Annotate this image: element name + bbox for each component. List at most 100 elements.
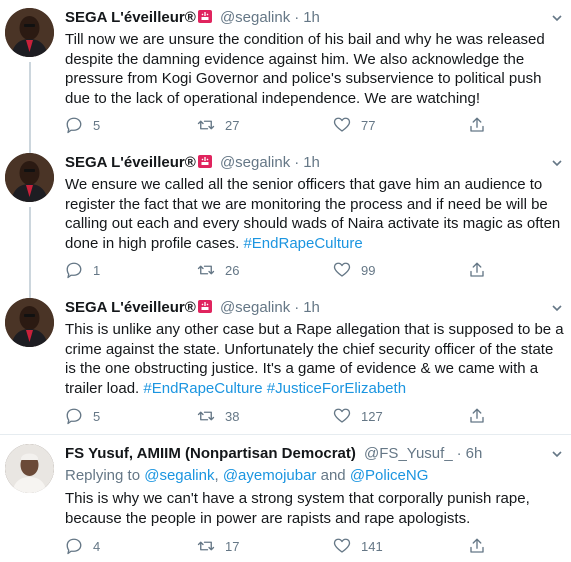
heart-icon: [333, 538, 351, 553]
tweet[interactable]: SEGA L'éveilleur® @segalink · 1h We ensure…: [0, 153, 571, 295]
tweet-separator: [0, 434, 571, 435]
retweet-count: 17: [225, 538, 240, 554]
reply-button[interactable]: 5: [65, 115, 100, 135]
tweet-text: Till now we are unsure the condition of …: [65, 30, 565, 108]
replying-to-separator: ,: [214, 467, 223, 484]
retweet-icon: [197, 265, 215, 275]
avatar-image: [5, 8, 54, 57]
retweet-button[interactable]: 27: [197, 115, 239, 135]
tweet-text-segment: This is why we can't have a strong syste…: [65, 490, 530, 527]
tweet-header: SEGA L'éveilleur® @segalink · 1h: [65, 8, 320, 28]
chevron-down-icon[interactable]: [549, 300, 565, 316]
replying-to: Replying to @segalink, @ayemojubar and @…: [65, 466, 565, 486]
separator-dot: ·: [294, 154, 300, 171]
tweet-text: We ensure we called all the senior offic…: [65, 175, 565, 253]
siren-badge-icon: [197, 300, 212, 313]
like-count: 141: [361, 538, 383, 554]
separator-dot: ·: [294, 9, 300, 26]
share-button[interactable]: [468, 536, 486, 556]
tweet[interactable]: SEGA L'éveilleur® @segalink · 1h Till now …: [0, 8, 571, 150]
user-handle[interactable]: @segalink: [220, 299, 290, 316]
display-name[interactable]: SEGA L'éveilleur®: [65, 154, 196, 171]
tweet-text: This is unlike any other case but a Rape…: [65, 320, 565, 398]
tweet-text: This is why we can't have a strong syste…: [65, 489, 565, 528]
tweet-actions: 4 17 141: [65, 536, 535, 556]
share-button[interactable]: [468, 115, 486, 135]
siren-badge-icon: [197, 155, 212, 168]
tweet-actions: 5 27 77: [65, 115, 535, 135]
reply-icon: [66, 538, 82, 555]
chevron-down-icon[interactable]: [549, 10, 565, 26]
reply-button[interactable]: 4: [65, 536, 100, 556]
share-icon: [470, 262, 484, 277]
like-count: 77: [361, 117, 376, 133]
retweet-count: 27: [225, 117, 240, 133]
tweet[interactable]: FS Yusuf, AMIIM (Nonpartisan Democrat) @…: [0, 444, 571, 562]
reply-button[interactable]: 1: [65, 260, 100, 280]
heart-icon: [333, 262, 351, 277]
timestamp[interactable]: 1h: [303, 9, 320, 26]
like-button[interactable]: 127: [333, 406, 383, 426]
like-button[interactable]: 99: [333, 260, 375, 280]
retweet-button[interactable]: 38: [197, 406, 239, 426]
chevron-down-icon[interactable]: [549, 155, 565, 171]
mention-link[interactable]: @PoliceNG: [350, 467, 429, 484]
like-count: 99: [361, 262, 376, 278]
user-handle[interactable]: @segalink: [220, 9, 290, 26]
hashtag-link[interactable]: #EndRapeCulture: [143, 380, 262, 397]
reply-icon: [66, 262, 82, 279]
chevron-down-icon[interactable]: [549, 446, 565, 462]
user-handle[interactable]: @FS_Yusuf_: [364, 445, 453, 462]
retweet-count: 26: [225, 262, 240, 278]
share-icon: [470, 408, 484, 423]
tweet-header: FS Yusuf, AMIIM (Nonpartisan Democrat) @…: [65, 444, 482, 464]
avatar[interactable]: [5, 298, 54, 347]
like-button[interactable]: 77: [333, 115, 375, 135]
timestamp[interactable]: 1h: [303, 154, 320, 171]
mention-link[interactable]: @ayemojubar: [223, 467, 317, 484]
timestamp[interactable]: 1h: [303, 299, 320, 316]
share-button[interactable]: [468, 406, 486, 426]
replying-to-separator: and: [316, 467, 350, 484]
reply-count: 5: [93, 117, 101, 133]
reply-count: 4: [93, 538, 101, 554]
tweet-actions: 5 38 127: [65, 406, 535, 426]
like-button[interactable]: 141: [333, 536, 383, 556]
separator-dot: ·: [294, 299, 300, 316]
retweet-count: 38: [225, 408, 240, 424]
separator-dot: ·: [456, 445, 462, 462]
retweet-button[interactable]: 26: [197, 260, 239, 280]
retweet-icon: [197, 120, 215, 130]
hashtag-link[interactable]: #EndRapeCulture: [243, 235, 362, 252]
user-handle[interactable]: @segalink: [220, 154, 290, 171]
avatar[interactable]: [5, 444, 54, 493]
mention-link[interactable]: @segalink: [144, 467, 214, 484]
hashtag-link[interactable]: #JusticeForElizabeth: [267, 380, 406, 397]
display-name[interactable]: SEGA L'éveilleur®: [65, 299, 196, 316]
replying-to-label: Replying to: [65, 467, 145, 484]
retweet-button[interactable]: 17: [197, 536, 239, 556]
share-button[interactable]: [468, 260, 486, 280]
avatar[interactable]: [5, 8, 54, 57]
timestamp[interactable]: 6h: [466, 445, 483, 462]
tweet-actions: 1 26 99: [65, 260, 535, 280]
retweet-icon: [197, 541, 215, 551]
avatar[interactable]: [5, 153, 54, 202]
heart-icon: [333, 408, 351, 423]
tweet[interactable]: SEGA L'éveilleur® @segalink · 1h This is u…: [0, 298, 571, 430]
share-icon: [470, 538, 484, 553]
tweet-header: SEGA L'éveilleur® @segalink · 1h: [65, 153, 320, 173]
like-count: 127: [361, 408, 383, 424]
display-name[interactable]: FS Yusuf, AMIIM (Nonpartisan Democrat): [65, 445, 356, 462]
reply-count: 5: [93, 408, 101, 424]
heart-icon: [333, 117, 351, 132]
avatar-image: [5, 153, 54, 202]
retweet-icon: [197, 411, 215, 421]
reply-button[interactable]: 5: [65, 406, 100, 426]
display-name[interactable]: SEGA L'éveilleur®: [65, 9, 196, 26]
reply-icon: [66, 117, 82, 134]
avatar-image: [5, 298, 54, 347]
tweet-header: SEGA L'éveilleur® @segalink · 1h: [65, 298, 320, 318]
share-icon: [470, 117, 484, 132]
tweet-text-segment: Till now we are unsure the condition of …: [65, 31, 545, 107]
